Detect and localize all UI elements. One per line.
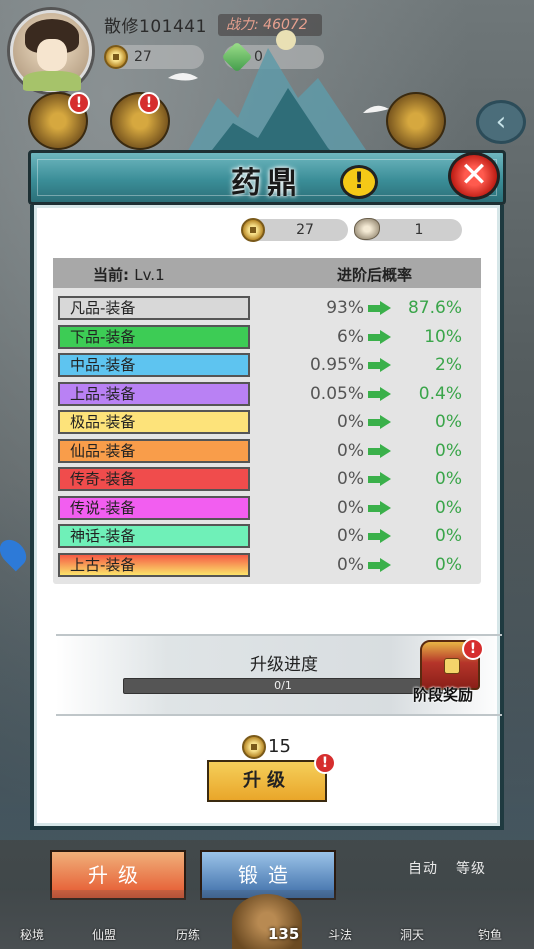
arrow-right-icon bbox=[368, 529, 392, 543]
modal-coin-amount: 27 bbox=[296, 222, 314, 238]
current-probability: 0.05% bbox=[309, 383, 364, 404]
current-probability: 0.95% bbox=[309, 355, 364, 375]
nav-item[interactable]: 历练 bbox=[176, 926, 200, 943]
grade-label: 上古-装备 bbox=[58, 552, 250, 577]
collapse-arrow-icon[interactable]: ‹ bbox=[476, 100, 526, 144]
next-probability: 0% bbox=[435, 554, 462, 575]
coin-icon bbox=[242, 735, 266, 759]
arrow-right-icon bbox=[368, 443, 392, 458]
arrow-right-icon bbox=[368, 415, 392, 429]
next-probability: 0% bbox=[435, 497, 462, 518]
next-probability-header: 进阶后概率 bbox=[337, 266, 413, 284]
coin-amount: 27 bbox=[134, 49, 152, 65]
arrow-right-icon bbox=[368, 500, 392, 515]
arrow-right-icon bbox=[368, 557, 392, 572]
nav-item[interactable]: 洞天 bbox=[400, 926, 424, 943]
nav-item[interactable]: 钓鱼 bbox=[478, 926, 502, 943]
nav-item[interactable]: 秘境 bbox=[20, 926, 44, 943]
progress-text: 0/1 bbox=[274, 679, 292, 692]
stage-reward-label[interactable]: 阶段奖励 bbox=[413, 684, 473, 705]
grade-label: 神话-装备 bbox=[58, 524, 250, 548]
next-probability: 0% bbox=[435, 469, 462, 489]
current-probability: 0% bbox=[337, 526, 364, 546]
coin-icon bbox=[241, 218, 265, 242]
grade-label: 传说-装备 bbox=[58, 495, 250, 520]
next-probability: 0% bbox=[435, 526, 462, 546]
auto-label[interactable]: 自动 bbox=[408, 858, 438, 878]
current-probability: 0% bbox=[337, 469, 364, 489]
table-row: 极品-装备 0% 0% bbox=[58, 410, 478, 434]
level-label[interactable]: 等级 bbox=[456, 858, 486, 878]
table-row: 中品-装备 0.95% 2% bbox=[58, 353, 478, 377]
arrow-right-icon bbox=[368, 329, 392, 344]
next-probability: 10% bbox=[424, 326, 462, 347]
arrow-right-icon bbox=[368, 386, 392, 401]
table-row: 上古-装备 0% 0% bbox=[58, 552, 478, 577]
table-row: 凡品-装备 93% 87.6% bbox=[58, 296, 478, 320]
arrow-right-icon bbox=[368, 358, 392, 372]
nav-item[interactable]: 仙盟 bbox=[92, 926, 116, 943]
next-probability: 0% bbox=[435, 440, 462, 461]
coin-icon bbox=[104, 45, 128, 69]
alert-icon: ! bbox=[68, 92, 90, 114]
nav-item[interactable]: 斗法 bbox=[328, 926, 352, 943]
grade-label: 凡品-装备 bbox=[58, 296, 250, 320]
current-probability: 93% bbox=[326, 298, 364, 318]
current-probability: 0% bbox=[337, 497, 364, 518]
grade-label: 传奇-装备 bbox=[58, 467, 250, 491]
alert-icon: ! bbox=[138, 92, 160, 114]
current-level-label: 当前: Lv.1 bbox=[93, 266, 165, 284]
arrow-right-icon bbox=[368, 472, 392, 486]
next-probability: 0% bbox=[435, 412, 462, 432]
player-avatar[interactable] bbox=[10, 10, 92, 92]
grade-label: 极品-装备 bbox=[58, 410, 250, 434]
grade-label: 仙品-装备 bbox=[58, 438, 250, 463]
upgrade-button[interactable]: 升级 bbox=[207, 760, 327, 802]
table-header: 当前: Lv.1 进阶后概率 bbox=[53, 258, 481, 288]
grade-label: 上品-装备 bbox=[58, 381, 250, 406]
modal-stone-amount: 1 bbox=[414, 222, 424, 238]
table-row: 传说-装备 0% 0% bbox=[58, 495, 478, 520]
upgrade-cost: 15 bbox=[268, 736, 291, 757]
alert-icon: ! bbox=[314, 752, 336, 774]
arrow-right-icon bbox=[368, 301, 392, 315]
close-icon[interactable]: ✕ bbox=[448, 152, 500, 200]
table-row: 神话-装备 0% 0% bbox=[58, 524, 478, 548]
next-probability: 87.6% bbox=[407, 298, 462, 318]
grade-label: 下品-装备 bbox=[58, 324, 250, 349]
table-row: 下品-装备 6% 10% bbox=[58, 324, 478, 349]
current-probability: 0% bbox=[337, 554, 364, 575]
grade-label: 中品-装备 bbox=[58, 353, 250, 377]
next-probability: 2% bbox=[435, 355, 462, 375]
current-probability: 0% bbox=[337, 412, 364, 432]
current-probability: 0% bbox=[337, 440, 364, 461]
table-row: 传奇-装备 0% 0% bbox=[58, 467, 478, 491]
nav-center-count: 135 bbox=[268, 925, 300, 943]
next-probability: 0.4% bbox=[418, 383, 462, 404]
alert-icon: ! bbox=[462, 638, 484, 660]
current-probability: 6% bbox=[337, 326, 364, 347]
table-row: 仙品-装备 0% 0% bbox=[58, 438, 478, 463]
info-icon[interactable]: ! bbox=[340, 165, 378, 199]
scene-button-3[interactable] bbox=[386, 92, 446, 150]
table-row: 上品-装备 0.05% 0.4% bbox=[58, 381, 478, 406]
stone-icon bbox=[354, 218, 380, 240]
